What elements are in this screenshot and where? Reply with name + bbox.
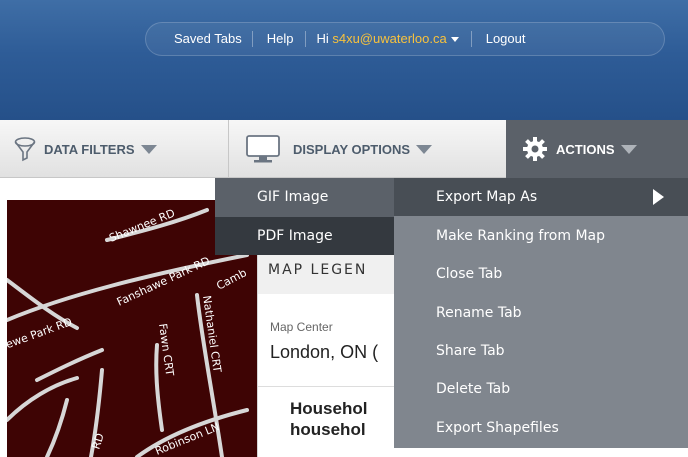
nav-divider <box>305 31 307 47</box>
map-center-value: London, ON ( <box>270 342 379 362</box>
road-label: RD <box>89 432 106 451</box>
display-options-button[interactable]: DISPLAY OPTIONS <box>245 120 433 178</box>
menu-item-share-tab[interactable]: Share Tab <box>394 332 688 370</box>
chevron-down-icon <box>140 144 157 154</box>
user-menu[interactable]: Hi s4xu@uwaterloo.ca <box>316 22 459 56</box>
map-legend-panel: MAP LEGEN Map Center London, ON ( Househ… <box>257 252 418 457</box>
app-header: Saved Tabs Help Hi s4xu@uwaterloo.ca Log… <box>0 0 688 120</box>
menu-item-gif-image[interactable]: GIF Image <box>215 178 395 216</box>
submenu-arrow-icon <box>653 189 664 205</box>
help-link[interactable]: Help <box>267 22 294 56</box>
actions-label: ACTIONS <box>556 141 615 157</box>
menu-item-close-tab[interactable]: Close Tab <box>394 255 688 293</box>
actions-dropdown-menu: Export Map As Make Ranking from Map Clos… <box>394 178 688 448</box>
legend-title: MAP LEGEN <box>268 262 368 278</box>
data-filters-button[interactable]: DATA FILTERS <box>14 120 157 178</box>
map-center-label: Map Center <box>270 320 333 334</box>
caret-down-icon <box>450 37 459 43</box>
greeting-text: Hi <box>316 31 333 46</box>
menu-item-label: Export Map As <box>436 189 538 205</box>
display-options-label: DISPLAY OPTIONS <box>293 141 411 157</box>
user-email: s4xu@uwaterloo.ca <box>332 31 447 46</box>
road-label: Fawn CRT <box>156 323 176 377</box>
menu-item-export-map-as[interactable]: Export Map As <box>394 178 688 216</box>
filter-funnel-icon <box>14 137 36 162</box>
road-label: Camb <box>214 266 248 293</box>
monitor-icon <box>246 135 280 163</box>
user-nav-bar: Saved Tabs Help Hi s4xu@uwaterloo.ca Log… <box>145 22 665 56</box>
chevron-down-icon <box>416 144 433 154</box>
toolbar-divider <box>228 120 229 178</box>
road-label: Tewe Park RD <box>7 315 74 353</box>
gear-icon <box>523 137 547 161</box>
menu-item-rename-tab[interactable]: Rename Tab <box>394 294 688 332</box>
road-line <box>45 398 69 457</box>
road-line <box>35 348 104 382</box>
nav-divider <box>251 31 253 47</box>
data-filters-label: DATA FILTERS <box>44 141 135 157</box>
menu-item-delete-tab[interactable]: Delete Tab <box>394 370 688 408</box>
menu-item-export-shapefiles[interactable]: Export Shapefiles <box>394 409 688 447</box>
logout-link[interactable]: Logout <box>486 22 526 56</box>
map-toolbar: DATA FILTERS DISPLAY OPTIONS ACTIONS <box>0 120 688 178</box>
menu-item-make-ranking[interactable]: Make Ranking from Map <box>394 217 688 255</box>
actions-button[interactable]: ACTIONS <box>506 120 688 178</box>
nav-divider <box>470 31 472 47</box>
saved-tabs-link[interactable]: Saved Tabs <box>174 22 242 56</box>
export-format-submenu: GIF Image PDF Image <box>215 178 395 255</box>
actions-button-inner: ACTIONS <box>522 120 637 178</box>
menu-item-pdf-image[interactable]: PDF Image <box>215 217 395 255</box>
chevron-down-icon <box>620 144 637 154</box>
